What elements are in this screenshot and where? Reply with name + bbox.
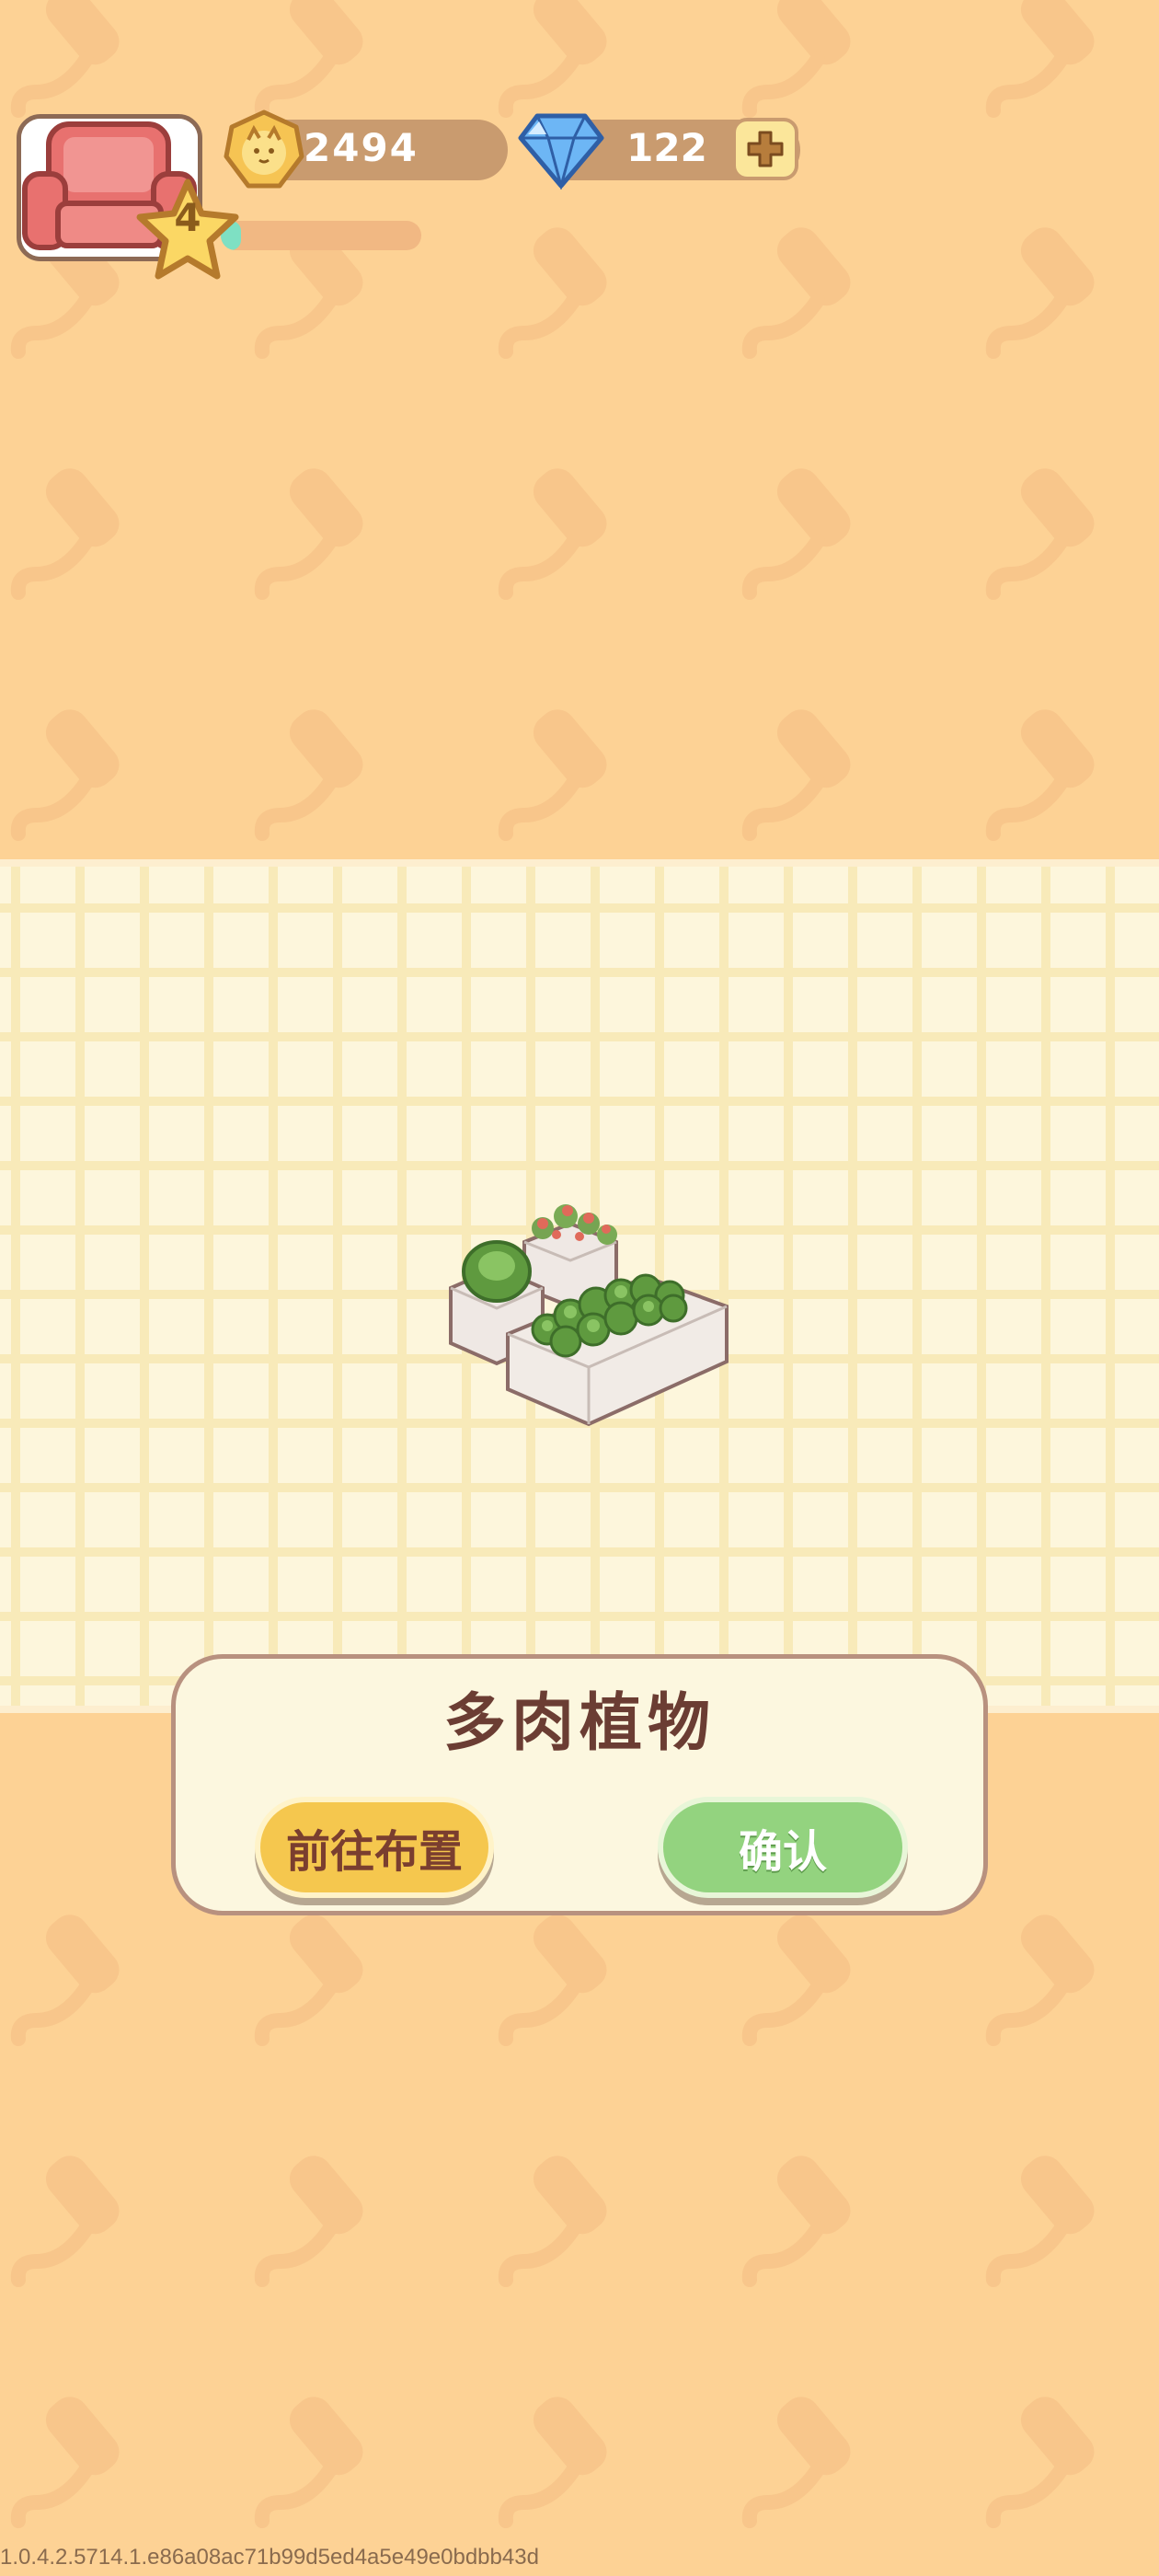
grid-line — [1041, 867, 1050, 1706]
coin-value: 2494 — [304, 125, 419, 170]
confirm-label: 确认 — [738, 1826, 827, 1878]
roller-pattern-icon — [993, 1907, 1102, 2039]
grid-line — [0, 1032, 1159, 1041]
roller-pattern-icon — [993, 2389, 1102, 2521]
roller-pattern-icon — [506, 2389, 614, 2521]
xp-progress-bar — [221, 221, 421, 250]
roller-pattern-icon — [18, 461, 127, 592]
grid-line — [0, 903, 1159, 913]
succulent-planters-icon — [449, 1204, 729, 1427]
item-dialog: 多肉植物 前往布置 确认 — [171, 1654, 988, 1915]
grid-line — [11, 867, 20, 1706]
roller-pattern-icon — [993, 2148, 1102, 2280]
grid-line — [140, 867, 149, 1706]
roller-pattern-icon — [993, 702, 1102, 834]
roller-pattern-icon — [262, 1907, 371, 2039]
grid-line — [0, 968, 1159, 977]
roller-pattern-icon — [18, 2389, 127, 2521]
grid-line — [784, 867, 793, 1706]
grid-line — [0, 1483, 1159, 1492]
grid-line — [204, 867, 213, 1706]
roller-pattern-icon — [750, 461, 858, 592]
roller-pattern-icon — [750, 220, 858, 351]
roller-pattern-icon — [993, 220, 1102, 351]
roller-pattern-icon — [750, 0, 858, 110]
version-text: 1.0.4.2.5714.1.e86a08ac71b99d5ed4a5e49e0… — [0, 2545, 539, 2570]
confirm-button[interactable]: 确认 — [658, 1797, 908, 1898]
grid-line — [848, 867, 857, 1706]
grid-line — [269, 867, 278, 1706]
roller-pattern-icon — [18, 2148, 127, 2280]
grid-line — [333, 867, 342, 1706]
goto-place-button[interactable]: 前往布置 — [255, 1797, 494, 1898]
roller-pattern-icon — [18, 0, 127, 110]
grid-line — [0, 1097, 1159, 1106]
roller-pattern-icon — [506, 220, 614, 351]
level-number: 4 — [174, 195, 201, 240]
grid-line — [1106, 867, 1115, 1706]
grid-line — [397, 867, 407, 1706]
roller-pattern-icon — [18, 1907, 127, 2039]
roller-pattern-icon — [993, 461, 1102, 592]
roller-pattern-icon — [993, 0, 1102, 110]
cat-coin-icon — [224, 109, 304, 189]
gem-value: 122 — [626, 125, 707, 170]
grid-line — [977, 867, 986, 1706]
grid-line — [75, 867, 85, 1706]
roller-pattern-icon — [18, 702, 127, 834]
goto-place-label: 前往布置 — [285, 1826, 463, 1878]
grid-line — [0, 1547, 1159, 1557]
roller-pattern-icon — [506, 0, 614, 110]
roller-pattern-icon — [262, 2389, 371, 2521]
roller-pattern-icon — [262, 461, 371, 592]
roller-pattern-icon — [506, 461, 614, 592]
grid-line — [912, 867, 922, 1706]
item-title: 多肉植物 — [442, 1687, 716, 1760]
grid-line — [0, 1612, 1159, 1621]
roller-pattern-icon — [506, 1907, 614, 2039]
diamond-icon — [518, 113, 604, 190]
roller-pattern-icon — [750, 1907, 858, 2039]
roller-pattern-icon — [750, 702, 858, 834]
roller-pattern-icon — [506, 702, 614, 834]
add-gem-button[interactable] — [732, 118, 798, 180]
roller-pattern-icon — [506, 2148, 614, 2280]
roller-pattern-icon — [750, 2389, 858, 2521]
roller-pattern-icon — [750, 2148, 858, 2280]
grid-line — [0, 1161, 1159, 1170]
roller-pattern-icon — [262, 2148, 371, 2280]
roller-pattern-icon — [262, 0, 371, 110]
roller-pattern-icon — [262, 702, 371, 834]
plus-icon — [747, 131, 784, 167]
